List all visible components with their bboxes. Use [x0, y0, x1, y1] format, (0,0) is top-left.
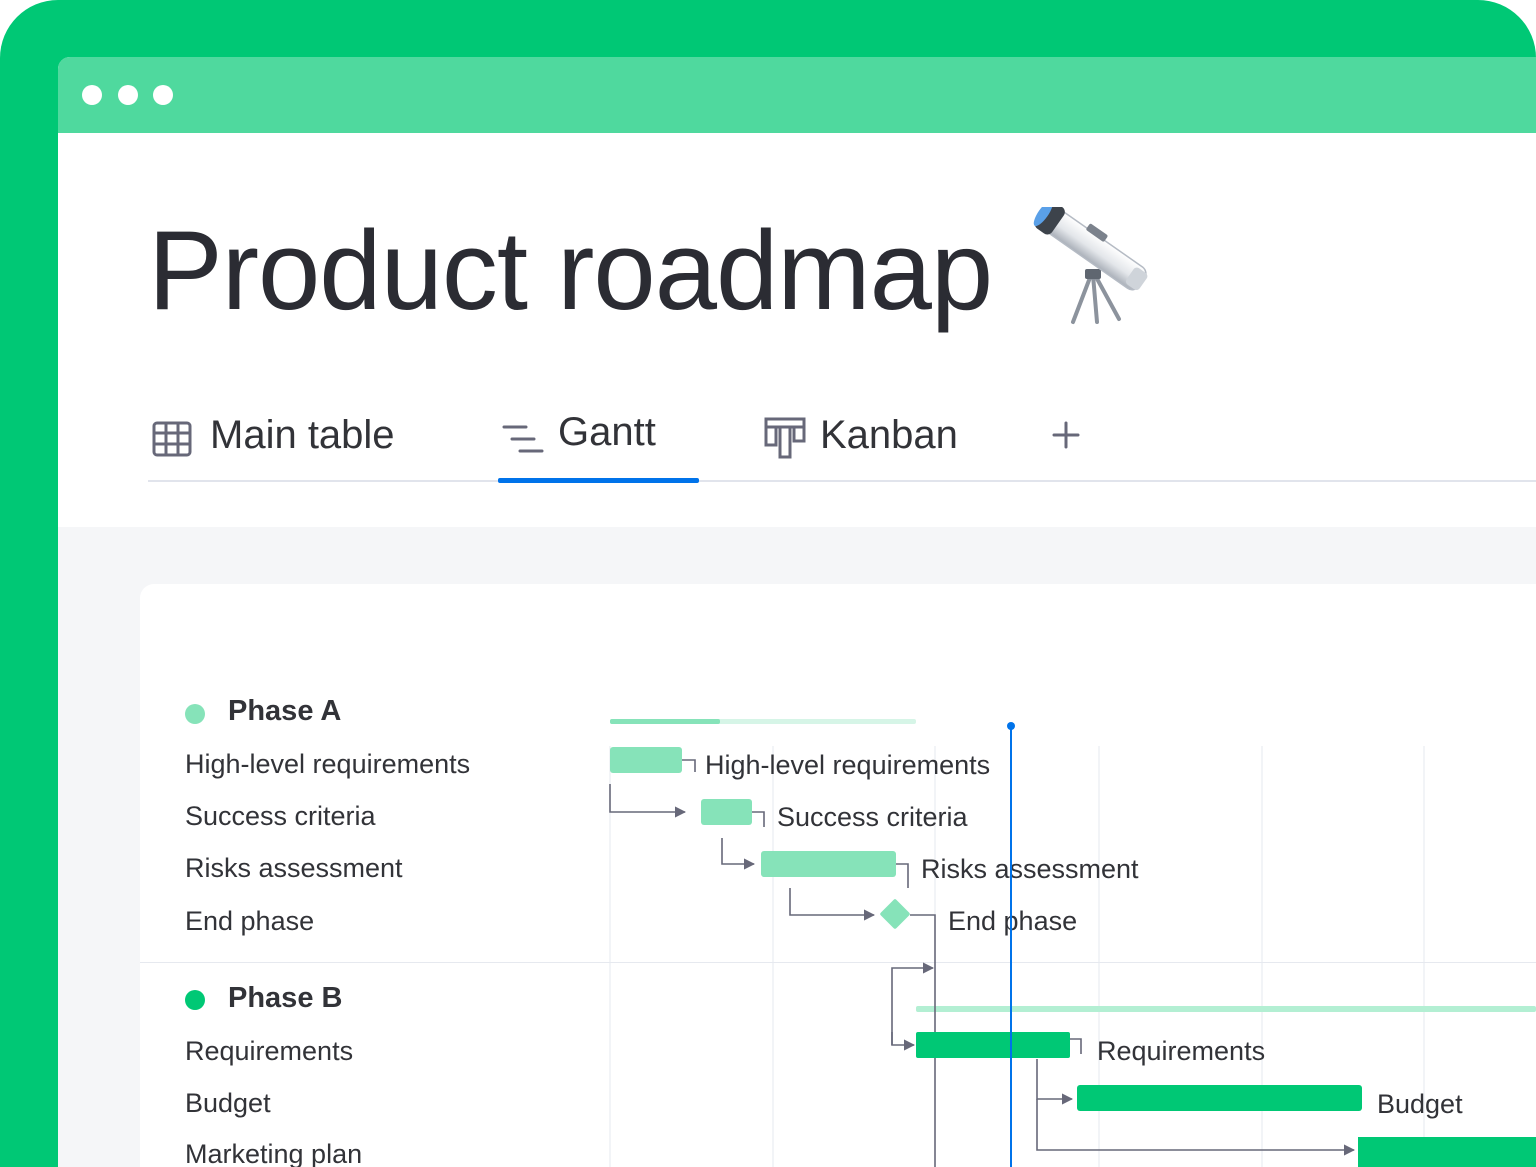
dependency-arrow: [1036, 1059, 1074, 1105]
dependency-connector: [896, 863, 909, 888]
tab-kanban[interactable]: Kanban: [762, 407, 972, 482]
tab-label: Kanban: [820, 413, 958, 457]
group-progress-bar: [610, 719, 720, 724]
telescope-icon: [1033, 207, 1148, 324]
tab-label: Gantt: [558, 410, 656, 454]
window-control-dot[interactable]: [82, 85, 102, 105]
window-titlebar: [58, 57, 1536, 133]
tab-gantt[interactable]: Gantt: [498, 407, 699, 482]
view-tabs: Main table Gantt Kanban: [148, 407, 1536, 483]
task-bar-label: Budget: [1377, 1089, 1463, 1119]
task-bar[interactable]: [1077, 1085, 1362, 1111]
window-control-dot[interactable]: [153, 85, 173, 105]
dependency-arrow: [891, 1032, 916, 1051]
tab-main-table[interactable]: Main table: [150, 407, 410, 482]
gantt-icon: [502, 425, 544, 453]
dependency-connector: [752, 811, 765, 827]
task-bar[interactable]: [610, 747, 682, 773]
task-bar-label: High-level requirements: [705, 750, 990, 780]
kanban-icon: [764, 417, 806, 459]
today-marker-dot[interactable]: [1007, 722, 1015, 730]
gantt-panel: Phase A High-level requirements Success …: [140, 584, 1536, 1167]
dependency-connector: [1070, 1038, 1082, 1054]
active-tab-indicator: [498, 478, 699, 483]
table-icon: [152, 421, 192, 457]
group-summary-bar: [916, 1006, 1536, 1012]
page-title: Product roadmap: [148, 208, 993, 333]
task-bar[interactable]: [761, 851, 896, 877]
dependency-arrow: [609, 784, 687, 818]
task-bar-label: Success criteria: [777, 802, 969, 832]
task-bar-label: Risks assessment: [921, 854, 1139, 884]
task-bar[interactable]: [1358, 1137, 1536, 1167]
dependency-arrow: [721, 838, 756, 870]
task-bar-label: Requirements: [1097, 1036, 1265, 1066]
tab-label: Main table: [210, 413, 395, 457]
task-bar[interactable]: [916, 1032, 1070, 1058]
gantt-timeline: High-level requirements Success criteria…: [609, 719, 1536, 1167]
milestone-diamond[interactable]: [879, 898, 910, 929]
app-window: Product roadmap Main table Gantt Kanban …: [58, 57, 1536, 1167]
dependency-connector: [682, 759, 696, 772]
plus-icon[interactable]: [1046, 415, 1086, 455]
window-control-dot[interactable]: [118, 85, 138, 105]
task-bar[interactable]: [701, 799, 752, 825]
task-bar-label: End phase: [948, 906, 1077, 936]
dependency-arrow: [789, 888, 876, 921]
app-frame: Product roadmap Main table Gantt Kanban …: [0, 0, 1536, 1167]
